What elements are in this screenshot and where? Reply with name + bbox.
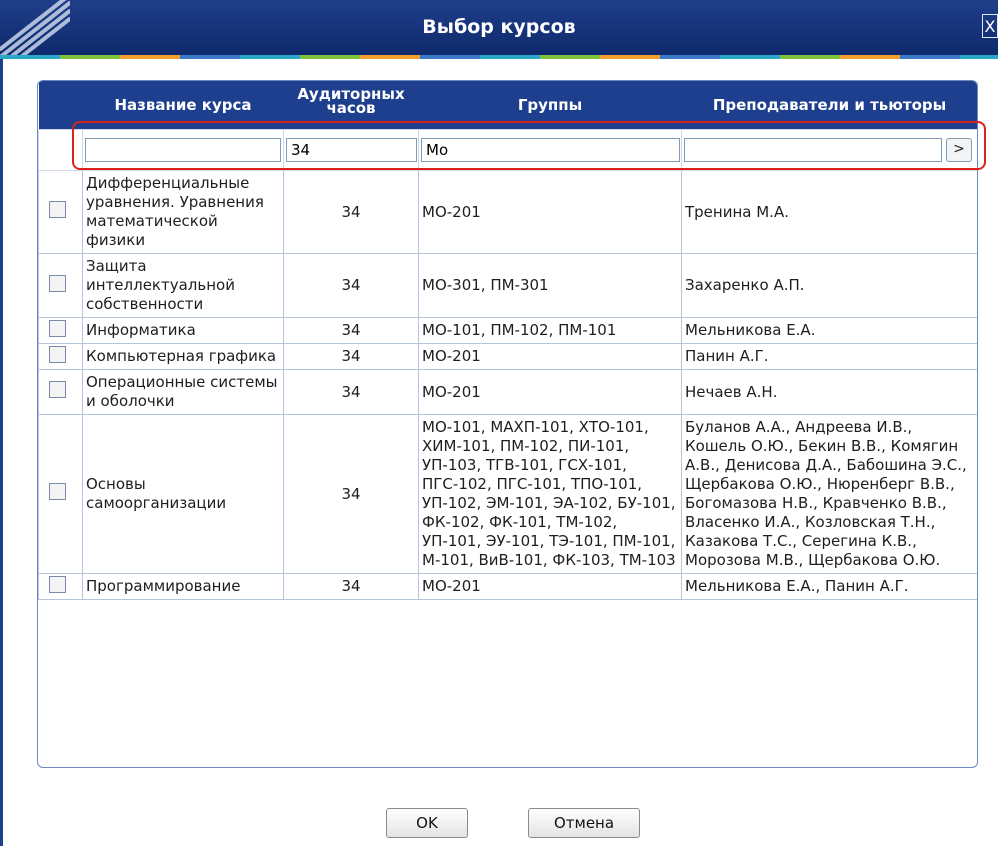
table-row[interactable]: Информатика 34 МО-101, ПМ-102, ПМ-101 Мельн… xyxy=(38,317,977,344)
title-stripe xyxy=(0,55,998,59)
filter-row: > xyxy=(38,129,977,171)
dialog-title: Выбор курсов xyxy=(422,16,576,38)
row-checkbox[interactable] xyxy=(49,575,66,593)
close-button[interactable]: X xyxy=(982,14,998,38)
filter-groups-input[interactable] xyxy=(421,138,680,162)
table-row[interactable]: Операционные системы и оболочки 34 МО-201 Н… xyxy=(38,369,977,415)
groups-cell: МО-101, ПМ-102, ПМ-101 xyxy=(418,317,682,344)
teachers-cell: Буланов А.А., Андреева И.В., Кошель О.Ю.… xyxy=(681,414,977,574)
groups-cell: МО-101, МАХП-101, ХТО-101, ХИМ-101, ПМ-1… xyxy=(418,414,682,574)
check-cell xyxy=(38,253,83,318)
ok-button[interactable]: OK xyxy=(386,808,468,838)
hours-cell: 34 xyxy=(283,253,419,318)
check-cell xyxy=(38,317,83,344)
table-header-row: Название курса Аудиторных часов Группы П… xyxy=(38,81,977,130)
groups-cell: МО-301, ПМ-301 xyxy=(418,253,682,318)
row-checkbox[interactable] xyxy=(49,201,66,218)
teachers-cell: Панин А.Г. xyxy=(681,343,977,370)
hours-cell: 34 xyxy=(283,573,419,600)
groups-cell: МО-201 xyxy=(418,369,682,415)
check-cell xyxy=(38,573,83,600)
teachers-cell: Нечаев А.Н. xyxy=(681,369,977,415)
check-cell xyxy=(38,170,83,254)
header-check xyxy=(38,81,83,130)
header-course-name[interactable]: Название курса xyxy=(82,81,284,130)
teachers-cell: Тренина М.А. xyxy=(681,170,977,254)
courses-table: Название курса Аудиторных часов Группы П… xyxy=(38,81,977,600)
groups-cell: МО-201 xyxy=(418,170,682,254)
filter-name-input[interactable] xyxy=(85,138,281,162)
courses-panel: Название курса Аудиторных часов Группы П… xyxy=(37,80,978,768)
header-teachers[interactable]: Преподаватели и тьюторы xyxy=(681,81,977,130)
course-name-cell: Компьютерная графика xyxy=(82,343,284,370)
course-name-cell: Дифференциальные уравнения. Уравнения ма… xyxy=(82,170,284,254)
course-name-cell: Операционные системы и оболочки xyxy=(82,369,284,415)
row-checkbox[interactable] xyxy=(49,274,66,292)
header-groups[interactable]: Группы xyxy=(418,81,682,130)
window-border xyxy=(0,59,3,846)
teachers-cell: Мельникова Е.А., Панин А.Г. xyxy=(681,573,977,600)
filter-hours-input[interactable] xyxy=(286,138,417,162)
cancel-button[interactable]: Отмена xyxy=(528,808,640,838)
filter-teachers-input[interactable] xyxy=(684,138,942,162)
hours-cell: 34 xyxy=(283,317,419,344)
hours-cell: 34 xyxy=(283,369,419,415)
hours-cell: 34 xyxy=(283,343,419,370)
check-cell xyxy=(38,414,83,574)
apply-filter-button[interactable]: > xyxy=(946,138,972,162)
course-name-cell: Информатика xyxy=(82,317,284,344)
check-cell xyxy=(38,369,83,415)
hours-cell: 34 xyxy=(283,414,419,574)
row-checkbox[interactable] xyxy=(49,483,66,500)
table-row[interactable]: Дифференциальные уравнения. Уравнения ма… xyxy=(38,170,977,254)
teachers-cell: Мельникова Е.А. xyxy=(681,317,977,344)
course-name-cell: Основы самоорганизации xyxy=(82,414,284,574)
table-row[interactable]: Программирование 34 МО-201 Мельникова Е.А.,… xyxy=(38,573,977,600)
row-checkbox[interactable] xyxy=(49,345,66,363)
header-hours[interactable]: Аудиторных часов xyxy=(283,81,419,130)
hours-cell: 34 xyxy=(283,170,419,254)
row-checkbox[interactable] xyxy=(49,319,66,337)
table-row[interactable]: Компьютерная графика 34 МО-201 Панин А.Г. xyxy=(38,343,977,370)
course-name-cell: Защита интеллектуальной собственности xyxy=(82,253,284,318)
course-name-cell: Программирование xyxy=(82,573,284,600)
groups-cell: МО-201 xyxy=(418,573,682,600)
groups-cell: МО-201 xyxy=(418,343,682,370)
check-cell xyxy=(38,343,83,370)
row-checkbox[interactable] xyxy=(49,381,66,398)
teachers-cell: Захаренко А.П. xyxy=(681,253,977,318)
table-row[interactable]: Основы самоорганизации 34 МО-101, МАХП-101… xyxy=(38,414,977,574)
table-row[interactable]: Защита интеллектуальной собственности 34 М… xyxy=(38,253,977,318)
